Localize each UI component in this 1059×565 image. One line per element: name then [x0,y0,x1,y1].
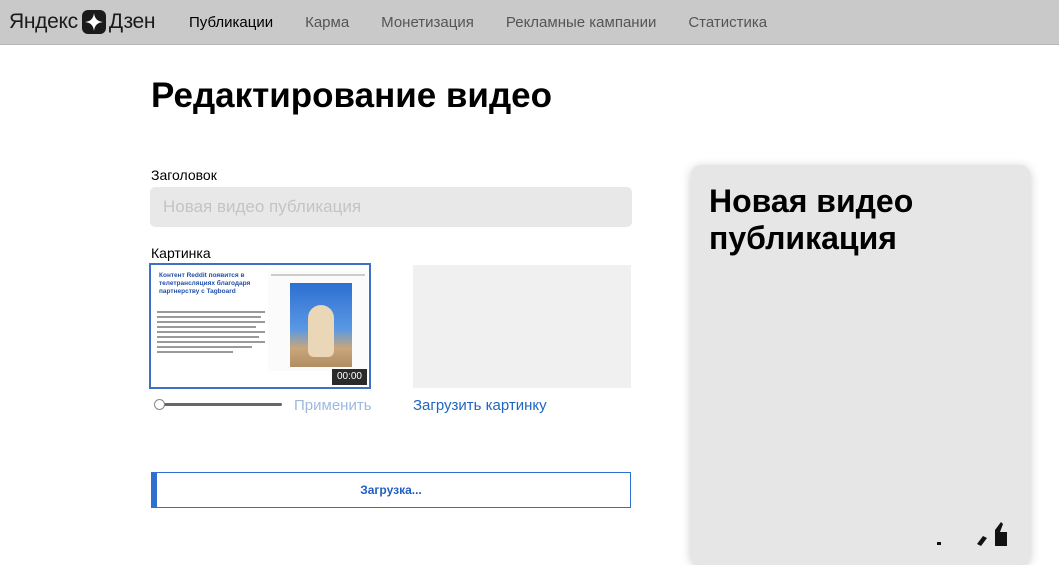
title-input[interactable] [150,187,632,227]
thumbnail-dog-image [308,305,334,357]
page-title: Редактирование видео [151,76,553,115]
yandex-zen-logo[interactable]: Яндекс Дзен [9,10,156,34]
thumbnail-photo [290,283,352,367]
upload-progress-button[interactable]: Загрузка... [151,472,631,508]
frame-select-slider[interactable] [154,399,284,413]
like-icon [937,522,1007,546]
thumbnail-headline: Контент Reddit появится в телетрансляция… [159,272,251,295]
main-nav: Публикации Карма Монетизация Рекламные к… [189,0,799,44]
nav-item-statistics[interactable]: Статистика [688,14,767,31]
nav-item-karma[interactable]: Карма [305,14,349,31]
slider-handle[interactable] [154,399,165,410]
upload-progress-label: Загрузка... [360,483,422,497]
apply-link[interactable]: Применить [294,397,372,414]
logo-text-yandex: Яндекс [9,10,78,33]
nav-item-publications[interactable]: Публикации [189,14,273,31]
video-duration-badge: 00:00 [331,369,367,385]
image-upload-area[interactable] [413,265,631,388]
logo-text-zen: Дзен [108,10,156,33]
nav-item-ad-campaigns[interactable]: Рекламные кампании [506,14,656,31]
nav-item-monetization[interactable]: Монетизация [381,14,474,31]
thumbnail-screenshot [268,271,368,371]
preview-title: Новая видео публикация [709,183,914,256]
upload-image-link[interactable]: Загрузить картинку [413,397,547,414]
thumbnail-text-lines [157,311,265,356]
video-thumbnail[interactable]: Контент Reddit появится в телетрансляция… [149,263,371,389]
top-bar: Яндекс Дзен Публикации Карма Монетизация… [0,0,1059,45]
preview-card: Новая видео публикация [691,165,1030,565]
zen-star-icon [81,10,106,34]
slider-track [158,403,282,406]
title-field-label: Заголовок [151,167,217,183]
image-field-label: Картинка [151,245,211,261]
